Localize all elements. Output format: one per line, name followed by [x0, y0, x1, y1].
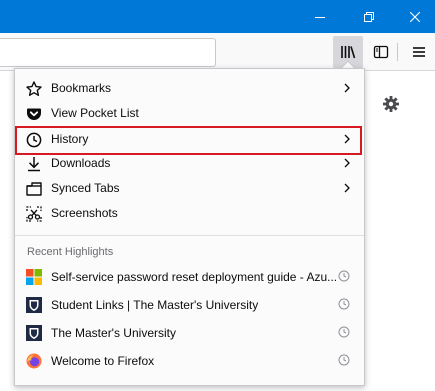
visited-clock-icon	[338, 298, 350, 310]
chevron-right-icon	[344, 158, 350, 168]
highlight-item[interactable]: Student Links | The Master's University	[16, 292, 363, 320]
menu-item-label: History	[51, 132, 89, 146]
highlight-title: Self-service password reset deployment g…	[51, 270, 336, 284]
highlight-item[interactable]: Self-service password reset deployment g…	[16, 264, 363, 292]
menu-item-label: Screenshots	[51, 206, 118, 220]
menu-item-label: Synced Tabs	[51, 181, 120, 195]
menu-item-label: View Pocket List	[51, 106, 139, 120]
screenshot-icon	[25, 205, 43, 223]
synced-tabs-icon	[25, 180, 43, 198]
sidebar-icon	[373, 45, 389, 59]
close-icon	[410, 11, 420, 22]
recent-highlights-heading: Recent Highlights	[27, 246, 114, 258]
menu-separator	[15, 235, 364, 236]
microsoft-logo-icon	[26, 269, 42, 285]
library-panel: Bookmarks View Pocket List History Downl…	[14, 68, 365, 386]
address-bar[interactable]	[0, 38, 216, 67]
menu-item-view-pocket-list[interactable]: View Pocket List	[16, 101, 363, 126]
chevron-right-icon	[344, 134, 350, 144]
restore-button[interactable]	[346, 0, 392, 33]
firefox-logo-icon	[26, 353, 42, 369]
highlight-item[interactable]: The Master's University	[16, 320, 363, 348]
masters-university-shield-icon	[26, 297, 42, 313]
menu-item-history[interactable]: History	[16, 127, 363, 152]
close-button[interactable]	[392, 0, 435, 33]
chevron-right-icon	[344, 83, 350, 93]
clock-icon	[25, 131, 43, 149]
visited-clock-icon	[338, 354, 350, 366]
menu-item-label: Bookmarks	[51, 81, 112, 95]
star-icon	[25, 80, 43, 98]
sidebar-button[interactable]	[366, 36, 396, 68]
menu-item-synced-tabs[interactable]: Synced Tabs	[16, 176, 363, 201]
highlight-title: Welcome to Firefox	[51, 354, 155, 368]
open-menu-button[interactable]	[404, 36, 434, 68]
navigation-toolbar	[0, 33, 435, 71]
toolbar-separator	[397, 43, 398, 61]
highlight-item[interactable]: Welcome to Firefox	[16, 348, 363, 376]
visited-clock-icon	[338, 270, 350, 282]
visited-clock-icon	[338, 326, 350, 338]
hamburger-menu-icon	[413, 47, 425, 57]
masters-university-shield-icon	[26, 325, 42, 341]
window-titlebar	[0, 0, 435, 33]
chevron-right-icon	[344, 183, 350, 193]
minimize-icon	[315, 16, 325, 18]
download-icon	[25, 155, 43, 173]
gear-icon[interactable]	[381, 94, 401, 114]
menu-item-bookmarks[interactable]: Bookmarks	[16, 76, 363, 101]
restore-icon	[364, 11, 374, 22]
highlight-title: The Master's University	[51, 326, 176, 340]
pocket-icon	[25, 105, 43, 123]
minimize-button[interactable]	[297, 0, 343, 33]
library-icon	[341, 46, 356, 59]
menu-item-screenshots[interactable]: Screenshots	[16, 201, 363, 226]
highlight-title: Student Links | The Master's University	[51, 298, 259, 312]
menu-item-downloads[interactable]: Downloads	[16, 151, 363, 176]
menu-item-label: Downloads	[51, 156, 111, 170]
